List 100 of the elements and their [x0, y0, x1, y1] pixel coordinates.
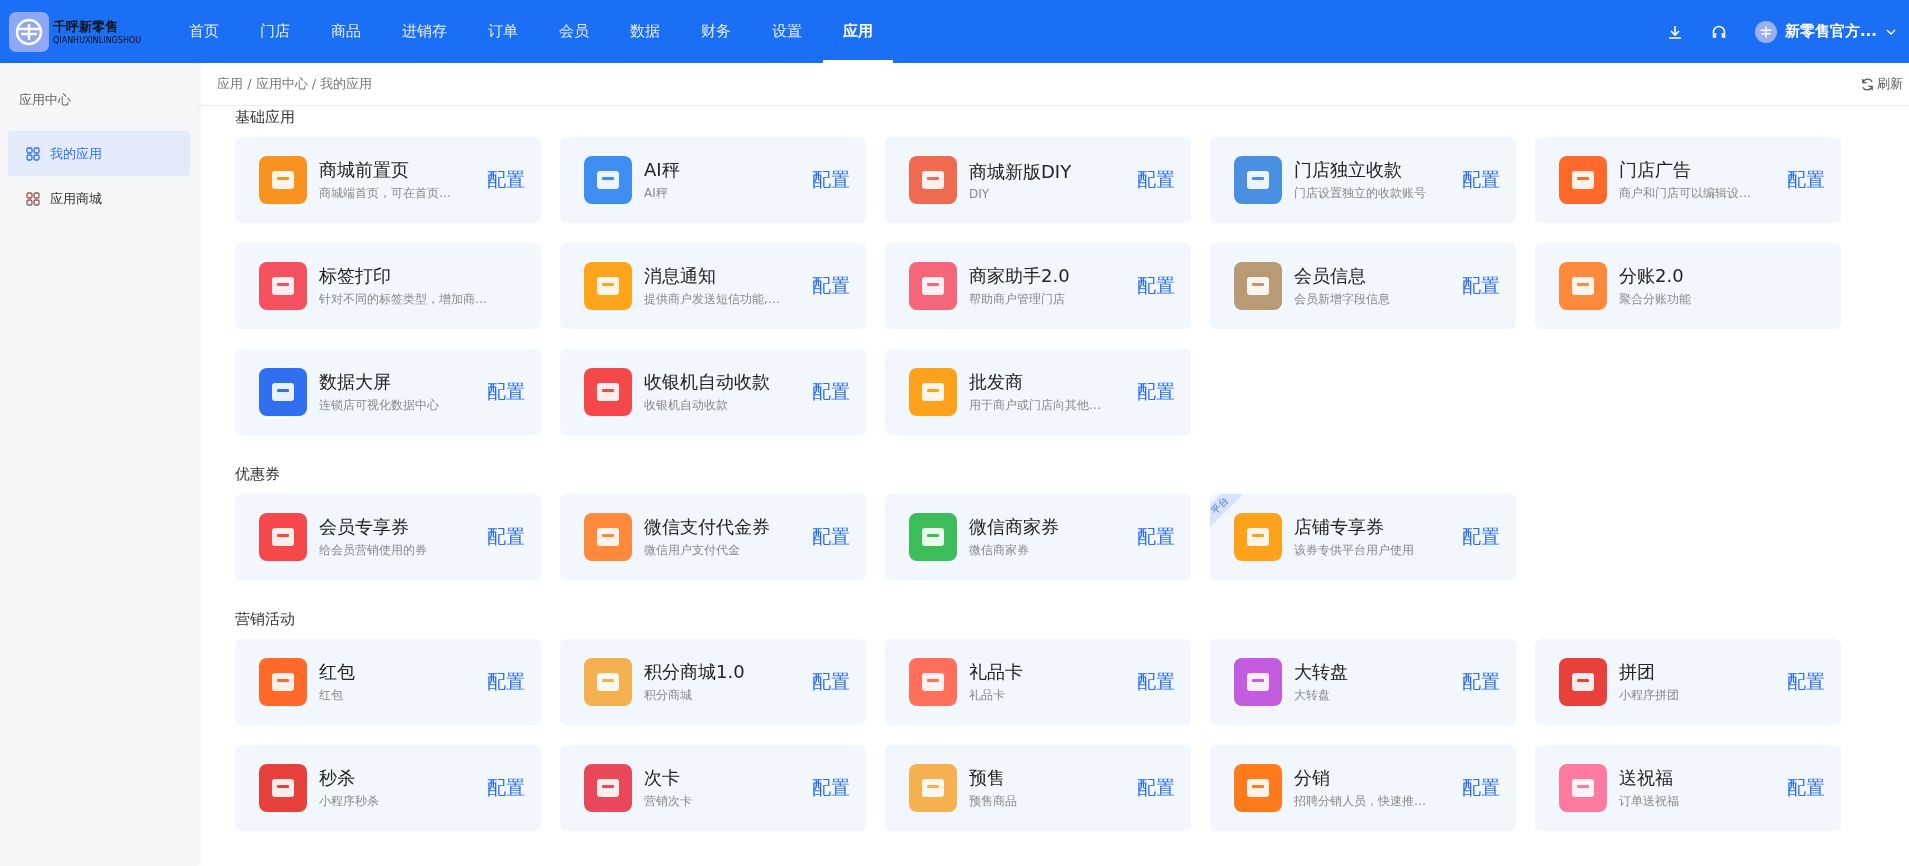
app-description: 微信用户支付代金: [644, 542, 741, 559]
app-tile-icon: [259, 368, 307, 416]
nav-tab[interactable]: 首页: [169, 0, 239, 63]
app-description: 小程序秒杀: [319, 793, 380, 810]
app-tile-icon: [584, 262, 632, 310]
app-description: 门店设置独立的收款账号: [1294, 185, 1427, 202]
app-description: 微信商家券: [969, 542, 1030, 559]
sidebar-item[interactable]: 我的应用: [8, 131, 190, 176]
nav-tab[interactable]: 应用: [823, 0, 893, 63]
app-name: 次卡: [644, 766, 681, 790]
configure-link[interactable]: 配置: [487, 167, 525, 193]
app-name: 会员专享券: [319, 515, 410, 539]
sidebar-title: 应用中心: [18, 91, 72, 109]
configure-link[interactable]: 配置: [1462, 775, 1500, 801]
logo-icon: [9, 11, 49, 52]
configure-link[interactable]: 配置: [1462, 669, 1500, 695]
configure-link[interactable]: 配置: [1137, 167, 1175, 193]
app-name: 送祝福: [1619, 766, 1674, 790]
configure-link[interactable]: 配置: [812, 524, 850, 550]
app-description: 针对不同的标签类型，增加商…: [319, 291, 488, 308]
configure-link[interactable]: 配置: [1137, 273, 1175, 299]
app-description: AI秤: [644, 185, 669, 202]
app-name: 预售: [969, 766, 1006, 790]
app-name: 商城前置页: [319, 158, 410, 182]
app-name: 门店广告: [1619, 158, 1692, 182]
configure-link[interactable]: 配置: [1137, 524, 1175, 550]
app-tile-icon: [1234, 262, 1282, 310]
grid-icon: [26, 191, 40, 206]
app-name: 批发商: [969, 370, 1024, 394]
app-description: 积分商城: [644, 687, 693, 704]
app-tile-icon: [259, 658, 307, 706]
configure-link[interactable]: 配置: [812, 167, 850, 193]
app-name: 消息通知: [644, 264, 717, 288]
app-tile-icon: [584, 764, 632, 812]
nav-tab[interactable]: 进销存: [382, 0, 467, 63]
app-tile-icon: [1559, 764, 1607, 812]
configure-link[interactable]: 配置: [1462, 273, 1500, 299]
app-description: 收银机自动收款: [644, 397, 729, 414]
app-name: 会员信息: [1294, 264, 1367, 288]
app-name: 分账2.0: [1619, 264, 1685, 288]
nav-tab[interactable]: 设置: [752, 0, 822, 63]
configure-link[interactable]: 配置: [1462, 524, 1500, 550]
account-name[interactable]: 新零售官方...: [1784, 22, 1877, 41]
configure-link[interactable]: 配置: [1787, 775, 1825, 801]
app-name: 红包: [319, 660, 356, 684]
app-description: 会员新增字段信息: [1294, 291, 1391, 308]
nav-tab[interactable]: 财务: [681, 0, 751, 63]
app-name: 门店独立收款: [1294, 158, 1403, 182]
nav-tab[interactable]: 门店: [240, 0, 310, 63]
configure-link[interactable]: 配置: [812, 775, 850, 801]
app-name: 标签打印: [319, 264, 392, 288]
download-icon[interactable]: [1666, 23, 1683, 40]
app-tile-icon: [1234, 513, 1282, 561]
configure-link[interactable]: 配置: [487, 775, 525, 801]
configure-link[interactable]: 配置: [1787, 669, 1825, 695]
app-description: 订单送祝福: [1619, 793, 1680, 810]
app-tile-icon: [909, 513, 957, 561]
configure-link[interactable]: 配置: [1137, 379, 1175, 405]
app-description: 聚合分账功能: [1619, 291, 1692, 308]
section-title: 营销活动: [235, 610, 296, 629]
configure-link[interactable]: 配置: [487, 524, 525, 550]
configure-link[interactable]: 配置: [487, 379, 525, 405]
configure-link[interactable]: 配置: [1462, 167, 1500, 193]
app-description: 商户和门店可以编辑设…: [1619, 185, 1752, 202]
brand-name: 千呼新零售: [53, 18, 119, 36]
app-description: 连锁店可视化数据中心: [319, 397, 440, 414]
configure-link[interactable]: 配置: [812, 379, 850, 405]
app-tile-icon: [1234, 658, 1282, 706]
headphones-icon[interactable]: [1710, 23, 1727, 40]
app-name: 商家助手2.0: [969, 264, 1071, 288]
avatar-icon[interactable]: [1754, 20, 1777, 43]
nav-tab[interactable]: 会员: [539, 0, 609, 63]
app-description: 大转盘: [1294, 687, 1331, 704]
app-name: 数据大屏: [319, 370, 392, 394]
app-name: 收银机自动收款: [644, 370, 771, 394]
nav-tab[interactable]: 商品: [311, 0, 381, 63]
configure-link[interactable]: 配置: [1787, 167, 1825, 193]
refresh-button[interactable]: 刷新: [1860, 75, 1903, 93]
app-tile-icon: [909, 262, 957, 310]
app-description: 营销次卡: [644, 793, 693, 810]
configure-link[interactable]: 配置: [812, 669, 850, 695]
nav-tab[interactable]: 数据: [610, 0, 680, 63]
sidebar-item[interactable]: 应用商城: [8, 176, 190, 221]
app-description: 用于商户或门店向其他…: [969, 397, 1102, 414]
configure-link[interactable]: 配置: [812, 273, 850, 299]
section-title: 基础应用: [235, 108, 296, 127]
app-tile-icon: [909, 764, 957, 812]
configure-link[interactable]: 配置: [487, 669, 525, 695]
nav-tab[interactable]: 订单: [468, 0, 538, 63]
app-tile-icon: [909, 368, 957, 416]
app-tile-icon: [1559, 262, 1607, 310]
app-name: 微信商家券: [969, 515, 1060, 539]
app-description: 提供商户发送短信功能,…: [644, 291, 781, 308]
app-name: 积分商城1.0: [644, 660, 746, 684]
app-tile-icon: [1559, 156, 1607, 204]
configure-link[interactable]: 配置: [1137, 775, 1175, 801]
configure-link[interactable]: 配置: [1137, 669, 1175, 695]
app-name: 大转盘: [1294, 660, 1349, 684]
app-tile-icon: [584, 368, 632, 416]
app-tile-icon: [909, 156, 957, 204]
